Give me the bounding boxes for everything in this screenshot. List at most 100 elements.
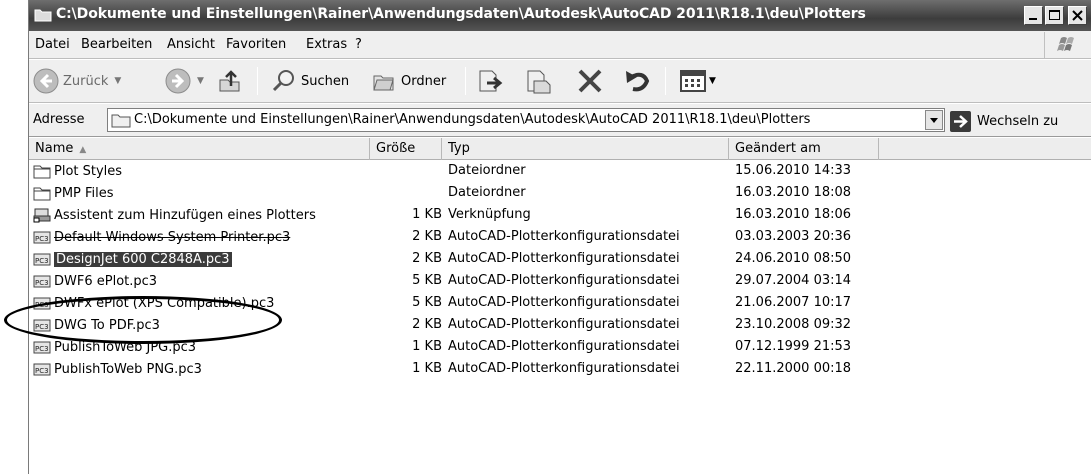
file-type: Verknüpfung bbox=[448, 207, 531, 222]
views-icon bbox=[680, 70, 706, 92]
file-size: 2 KB bbox=[412, 229, 442, 244]
file-size: 5 KB bbox=[412, 295, 442, 310]
address-bar: Adresse C:\Dokumente und Einstellungen\R… bbox=[29, 104, 1091, 137]
pc3-file-icon: PC3 bbox=[33, 361, 51, 377]
column-type-label: Typ bbox=[448, 141, 470, 156]
column-header-type[interactable]: Typ bbox=[442, 138, 729, 160]
move-to-button[interactable] bbox=[477, 66, 507, 96]
folders-button[interactable]: Ordner bbox=[371, 66, 446, 96]
svg-text:PC3: PC3 bbox=[35, 345, 49, 353]
pc3-file-icon: PC3 bbox=[33, 251, 51, 267]
delete-icon bbox=[578, 69, 602, 93]
up-folder-button[interactable] bbox=[217, 66, 243, 96]
column-header-modified[interactable]: Geändert am bbox=[729, 138, 879, 160]
file-type: AutoCAD-Plotterkonfigurationsdatei bbox=[448, 251, 680, 266]
forward-arrow-icon bbox=[165, 68, 191, 94]
menu-view[interactable]: Ansicht bbox=[167, 37, 215, 52]
file-modified: 22.11.2000 00:18 bbox=[735, 361, 852, 376]
list-item[interactable]: PMP Files Dateiordner 16.03.2010 18:08 bbox=[29, 183, 1091, 205]
list-item-selected[interactable]: PC3 DesignJet 600 C2848A.pc3 2 KB AutoCAD… bbox=[29, 249, 1091, 271]
toolbar: Zurück ▼ ▼ Suchen Ordner ▼ bbox=[29, 60, 1091, 103]
file-name: PublishToWeb PNG.pc3 bbox=[54, 361, 202, 377]
file-name: Plot Styles bbox=[54, 163, 123, 179]
menu-favorites[interactable]: Favoriten bbox=[226, 37, 286, 52]
file-name: Default Windows System Printer.pc3 bbox=[54, 229, 291, 245]
search-button[interactable]: Suchen bbox=[271, 66, 349, 96]
minimize-button[interactable] bbox=[1024, 6, 1043, 25]
file-modified: 16.03.2010 18:08 bbox=[735, 185, 852, 200]
pc3-file-icon: PC3 bbox=[33, 273, 51, 289]
plotter-shortcut-icon bbox=[33, 207, 51, 223]
file-size: 2 KB bbox=[412, 317, 442, 332]
folders-label: Ordner bbox=[401, 73, 447, 89]
column-header-name[interactable]: Name ▲ bbox=[29, 138, 370, 160]
move-to-icon bbox=[479, 70, 503, 92]
back-dropdown-icon[interactable]: ▼ bbox=[114, 76, 121, 86]
address-input[interactable]: C:\Dokumente und Einstellungen\Rainer\An… bbox=[107, 108, 945, 132]
address-dropdown-button[interactable] bbox=[925, 110, 943, 130]
folder-icon bbox=[33, 185, 51, 201]
file-size: 2 KB bbox=[412, 251, 442, 266]
copy-to-button[interactable] bbox=[525, 66, 555, 96]
title-bar[interactable]: C:\Dokumente und Einstellungen\Rainer\An… bbox=[29, 0, 1091, 31]
list-item[interactable]: PC3 DWF6 ePlot.pc3 5 KB AutoCAD-Plotterko… bbox=[29, 271, 1091, 293]
up-folder-icon bbox=[219, 70, 240, 92]
address-label: Adresse bbox=[33, 112, 85, 127]
file-modified: 21.06.2007 10:17 bbox=[735, 295, 852, 310]
file-size: 1 KB bbox=[412, 339, 442, 354]
file-name: Assistent zum Hinzufügen eines Plotters bbox=[54, 207, 316, 223]
file-type: AutoCAD-Plotterkonfigurationsdatei bbox=[448, 295, 680, 310]
file-type: Dateiordner bbox=[448, 185, 526, 200]
column-header-size[interactable]: Größe bbox=[370, 138, 442, 160]
undo-icon bbox=[626, 71, 650, 92]
search-label: Suchen bbox=[301, 73, 350, 89]
undo-button[interactable] bbox=[623, 66, 653, 96]
menu-help[interactable]: ? bbox=[355, 37, 362, 52]
go-button[interactable]: Wechseln zu bbox=[950, 109, 1058, 133]
list-header: Name ▲ Größe Typ Geändert am bbox=[29, 138, 1091, 160]
windows-logo-icon bbox=[1044, 32, 1084, 58]
forward-dropdown-icon[interactable]: ▼ bbox=[197, 76, 204, 86]
file-size: 1 KB bbox=[412, 207, 442, 222]
back-label: Zurück bbox=[63, 73, 109, 89]
file-type: AutoCAD-Plotterkonfigurationsdatei bbox=[448, 361, 680, 376]
list-item[interactable]: PC3 PublishToWeb PNG.pc3 1 KB AutoCAD-Plo… bbox=[29, 359, 1091, 381]
sort-ascending-icon: ▲ bbox=[79, 145, 87, 155]
forward-button[interactable]: ▼ bbox=[165, 66, 204, 96]
file-name: DWF6 ePlot.pc3 bbox=[54, 273, 158, 289]
file-modified: 16.03.2010 18:06 bbox=[735, 207, 852, 222]
highlight-oval bbox=[4, 296, 282, 344]
menu-edit[interactable]: Bearbeiten bbox=[81, 37, 152, 52]
views-dropdown-icon[interactable]: ▼ bbox=[709, 76, 716, 86]
copy-to-icon bbox=[527, 70, 551, 94]
pc3-file-icon: PC3 bbox=[33, 339, 51, 355]
file-list: Plot Styles Dateiordner 15.06.2010 14:33… bbox=[29, 161, 1091, 381]
file-type: AutoCAD-Plotterkonfigurationsdatei bbox=[448, 273, 680, 288]
file-modified: 23.10.2008 09:32 bbox=[735, 317, 852, 332]
delete-button[interactable] bbox=[575, 66, 605, 96]
maximize-button[interactable] bbox=[1045, 6, 1064, 25]
menu-bar: Datei Bearbeiten Ansicht Favoriten Extra… bbox=[29, 31, 1091, 59]
list-item[interactable]: Assistent zum Hinzufügen eines Plotters … bbox=[29, 205, 1091, 227]
file-type: AutoCAD-Plotterkonfigurationsdatei bbox=[448, 229, 680, 244]
pc3-file-icon: PC3 bbox=[33, 229, 51, 245]
file-modified: 07.12.1999 21:53 bbox=[735, 339, 852, 354]
list-item[interactable]: PC3 Default Windows System Printer.pc3 2 … bbox=[29, 227, 1091, 249]
menu-file[interactable]: Datei bbox=[35, 37, 70, 52]
column-name-label: Name bbox=[35, 141, 74, 156]
views-button[interactable]: ▼ bbox=[679, 66, 716, 96]
file-type: AutoCAD-Plotterkonfigurationsdatei bbox=[448, 339, 680, 354]
back-button[interactable]: Zurück ▼ bbox=[33, 66, 121, 96]
address-value[interactable]: C:\Dokumente und Einstellungen\Rainer\An… bbox=[134, 112, 924, 127]
file-name: PMP Files bbox=[54, 185, 114, 201]
menu-extras[interactable]: Extras bbox=[306, 37, 347, 52]
svg-text:PC3: PC3 bbox=[35, 367, 49, 375]
window-title: C:\Dokumente und Einstellungen\Rainer\An… bbox=[56, 6, 866, 22]
explorer-window: C:\Dokumente und Einstellungen\Rainer\An… bbox=[28, 0, 1091, 474]
close-button[interactable] bbox=[1068, 6, 1087, 25]
file-type: Dateiordner bbox=[448, 163, 526, 178]
list-item[interactable]: Plot Styles Dateiordner 15.06.2010 14:33 bbox=[29, 161, 1091, 183]
svg-text:PC3: PC3 bbox=[35, 257, 49, 265]
go-arrow-icon bbox=[950, 110, 971, 132]
search-icon bbox=[272, 70, 294, 92]
